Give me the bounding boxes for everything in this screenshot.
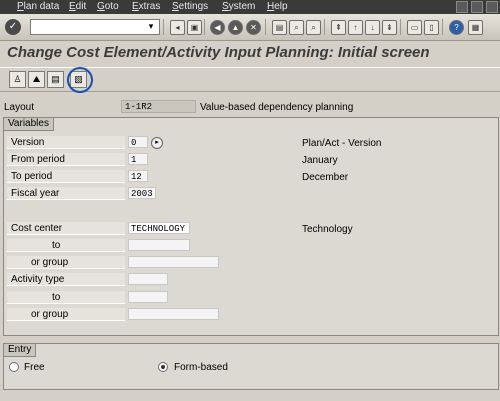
separator (265, 19, 266, 35)
cost-center-to-label: to (7, 239, 125, 252)
enter-icon[interactable]: ✓ (5, 19, 21, 35)
print-icon[interactable]: ▤ (272, 20, 287, 35)
highlight-circle (67, 67, 93, 93)
layout-description: Value-based dependency planning (200, 102, 354, 113)
command-field[interactable] (30, 19, 160, 35)
entry-group (3, 343, 499, 390)
version-label: Version (7, 136, 125, 149)
menu-settings[interactable]: Settings (172, 1, 208, 12)
separator (442, 19, 443, 35)
activity-type-to-input[interactable] (128, 291, 168, 303)
fiscal-year-label: Fiscal year (7, 187, 125, 200)
activity-type-group-input[interactable] (128, 308, 219, 320)
back-icon[interactable]: ◀ (210, 20, 225, 35)
find-icon[interactable]: ⌕ (289, 20, 304, 35)
entry-group-title: Entry (4, 344, 37, 357)
from-period-label: From period (7, 153, 125, 166)
activity-type-label: Activity type (7, 273, 125, 286)
close-window-icon[interactable] (486, 1, 498, 13)
activity-type-input[interactable] (128, 273, 168, 285)
variables-group-title: Variables (4, 118, 54, 131)
page-title: Change Cost Element/Activity Input Plann… (7, 44, 430, 61)
cost-center-input[interactable]: TECHNOLOGY (128, 222, 190, 234)
free-radio[interactable] (9, 362, 19, 372)
last-page-icon[interactable]: ⇟ (382, 20, 397, 35)
from-period-input[interactable]: 1 (128, 153, 148, 165)
form-based-radio-label: Form-based (174, 362, 228, 373)
exit-icon[interactable]: ▲ (228, 20, 243, 35)
layout-field: 1-1R2 (121, 100, 196, 113)
activity-type-to-label: to (7, 291, 125, 304)
cost-center-description: Technology (302, 224, 353, 235)
possible-entries-icon[interactable]: ▸ (151, 137, 163, 149)
version-input[interactable]: 0 (128, 136, 148, 148)
separator (324, 19, 325, 35)
first-page-icon[interactable]: ⇞ (331, 20, 346, 35)
from-period-description: January (302, 155, 338, 166)
separator (204, 19, 205, 35)
minimize-icon[interactable] (456, 1, 468, 13)
create-session-icon[interactable]: ▭ (407, 20, 422, 35)
to-period-input[interactable]: 12 (128, 170, 148, 182)
separator (400, 19, 401, 35)
cost-center-group-input[interactable] (128, 256, 219, 268)
window-controls (456, 0, 498, 13)
version-description: Plan/Act - Version (302, 138, 382, 149)
menu-system[interactable]: System (222, 1, 255, 12)
shortcut-icon[interactable]: ▯ (424, 20, 439, 35)
find-next-icon[interactable]: ⌕ (306, 20, 321, 35)
person-icon[interactable]: ♙ (9, 71, 26, 88)
menu-bar: Plan data Edit Goto Extras Settings Syst… (0, 0, 500, 14)
help-icon[interactable]: ? (449, 20, 464, 35)
save-icon[interactable]: ▣ (187, 20, 202, 35)
activity-type-group-label: or group (7, 308, 125, 321)
cancel-icon[interactable]: ✕ (246, 20, 261, 35)
layout-label: Layout (4, 102, 35, 113)
free-radio-label: Free (24, 362, 45, 373)
maximize-icon[interactable] (471, 1, 483, 13)
menu-help[interactable]: Help (267, 1, 288, 12)
menu-plan-data[interactable]: Plan data (17, 1, 59, 12)
back-arrow-icon[interactable]: ◂ (170, 20, 185, 35)
fiscal-year-input[interactable]: 2003 (128, 187, 156, 199)
form-based-radio[interactable] (158, 362, 168, 372)
menu-extras[interactable]: Extras (132, 1, 160, 12)
document-save-icon[interactable]: ▤ (47, 71, 64, 88)
cost-center-to-input[interactable] (128, 239, 190, 251)
standard-toolbar: ✓ ▾ ◂ ▣ ◀ ▲ ✕ ▤ ⌕ ⌕ ⇞ ↑ ↓ ⇟ ▭ ▯ ? ▦ (0, 14, 500, 41)
next-page-icon[interactable]: ↓ (365, 20, 380, 35)
picture-icon[interactable]: ⛰ (28, 71, 45, 88)
previous-page-icon[interactable]: ↑ (348, 20, 363, 35)
layout-menu-icon[interactable]: ▦ (468, 20, 483, 35)
to-period-label: To period (7, 170, 125, 183)
cost-center-group-label: or group (7, 256, 125, 269)
separator (163, 19, 164, 35)
menu-goto[interactable]: Goto (97, 1, 119, 12)
command-history-icon[interactable]: ▾ (146, 20, 156, 32)
cost-center-label: Cost center (7, 222, 125, 235)
menu-edit[interactable]: Edit (69, 1, 86, 12)
to-period-description: December (302, 172, 349, 183)
